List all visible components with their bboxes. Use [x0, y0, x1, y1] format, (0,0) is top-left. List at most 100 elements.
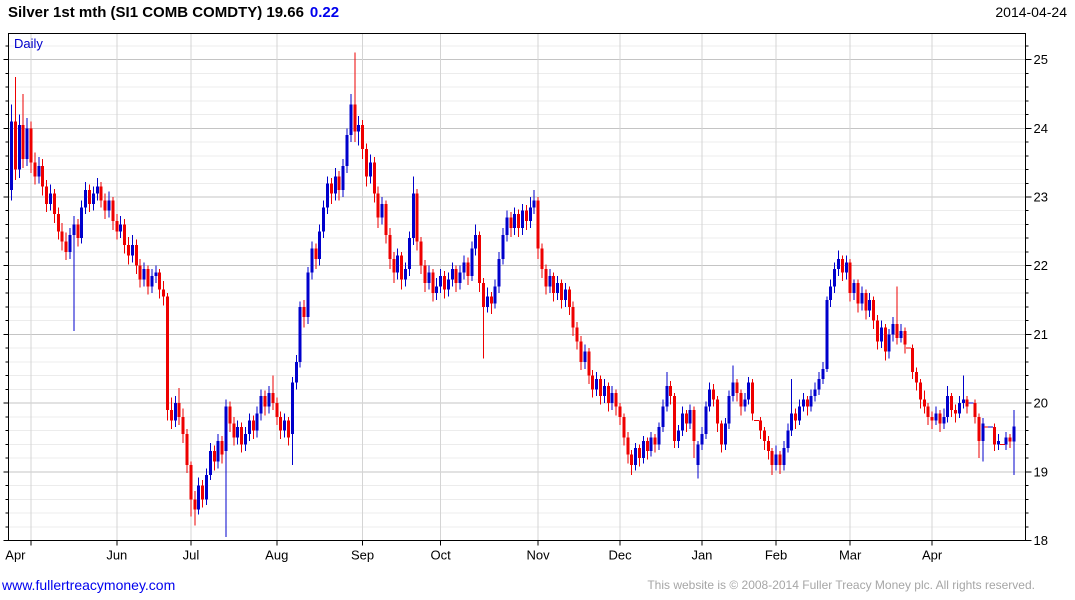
candle-up [80, 207, 84, 239]
candle-up [797, 406, 801, 421]
candle-up [649, 437, 653, 452]
x-axis-label: Feb [765, 548, 787, 563]
candle-up [255, 413, 259, 431]
candle-down [337, 176, 341, 191]
candle-up [556, 282, 560, 294]
candle-down [33, 162, 37, 177]
candle-down [431, 272, 435, 294]
candle-up [610, 392, 614, 404]
y-axis-label: 18 [1034, 533, 1048, 548]
x-axis-label: Oct [430, 548, 451, 563]
candle-up [782, 447, 786, 465]
candle-down [220, 440, 224, 455]
candle-down [692, 409, 696, 441]
candle-up [49, 193, 53, 204]
candle-down [626, 437, 630, 455]
candle-up [68, 234, 72, 252]
candle-down [251, 420, 255, 431]
candle-up [380, 203, 384, 218]
candle-up [298, 306, 302, 362]
candle-up [173, 403, 177, 421]
candle-down [481, 282, 485, 307]
candle-down [536, 200, 540, 249]
candle-down [478, 234, 482, 283]
candle-up [411, 193, 415, 239]
candle-up [505, 217, 509, 235]
candle-down [875, 320, 879, 342]
candle-down [622, 416, 626, 438]
candle-up [294, 361, 298, 383]
candle-up [747, 382, 751, 400]
candle-down [735, 382, 739, 393]
candle-down [599, 379, 603, 397]
candle-up [267, 392, 271, 407]
candle-down [64, 241, 68, 252]
candle-up [357, 124, 361, 132]
candle-down [973, 403, 977, 417]
candle-up [852, 282, 856, 294]
candle-down [392, 258, 396, 273]
candle-down [384, 203, 388, 235]
candle-down [56, 214, 60, 232]
x-axis-label: Jan [691, 548, 712, 563]
candles [10, 52, 1016, 538]
candle-down [540, 248, 544, 270]
candle-up [37, 166, 41, 177]
candle-down [618, 406, 622, 417]
candle-up [197, 485, 201, 510]
candle-down [166, 296, 170, 410]
x-axis-label: Nov [527, 548, 551, 563]
candle-up [887, 334, 891, 352]
candle-up [349, 104, 353, 136]
candle-up [1004, 437, 1008, 445]
ticks [3, 45, 1032, 546]
candle-down [953, 409, 957, 414]
candle-up [708, 389, 712, 407]
candle-up [318, 231, 322, 259]
candle-down [719, 423, 723, 445]
candle-up [501, 234, 505, 259]
candle-up [446, 279, 450, 290]
candle-down [778, 454, 782, 465]
candle-down [329, 183, 333, 194]
candle-up [368, 162, 372, 177]
website-link[interactable]: www.fullertreacymoney.com [2, 577, 175, 593]
candle-down [76, 224, 80, 239]
candle-up [107, 200, 111, 211]
candle-up [801, 399, 805, 407]
candle-down [571, 306, 575, 328]
candle-down [645, 440, 649, 452]
candle-up [458, 272, 462, 283]
candle-down [275, 403, 279, 417]
candle-down [181, 416, 185, 435]
candle-up [700, 434, 704, 445]
candle-down [13, 121, 17, 170]
candle-down [1008, 437, 1012, 442]
candle-down [758, 420, 762, 431]
candle-up [341, 166, 345, 191]
candle-down [279, 416, 283, 431]
candle-up [333, 176, 337, 194]
candle-down [575, 327, 579, 342]
candle-up [829, 286, 833, 301]
candle-down [712, 389, 716, 400]
candle-down [88, 190, 92, 204]
candle-down [587, 351, 591, 376]
candle-up [836, 258, 840, 270]
candle-up [688, 409, 692, 424]
candle-down [938, 413, 942, 424]
candle-up [306, 272, 310, 318]
candle-down [930, 416, 934, 421]
timeframe-label: Daily [14, 36, 43, 51]
candle-up [786, 430, 790, 448]
candle-up [891, 324, 895, 335]
candle-down [400, 255, 404, 280]
candle-down [669, 385, 673, 397]
candle-down [638, 447, 642, 459]
candle-up [641, 440, 645, 459]
candle-up [493, 286, 497, 304]
candle-down [579, 341, 583, 362]
candle-down [509, 217, 513, 228]
candle-up [821, 368, 825, 380]
y-axis-label: 23 [1034, 190, 1048, 205]
